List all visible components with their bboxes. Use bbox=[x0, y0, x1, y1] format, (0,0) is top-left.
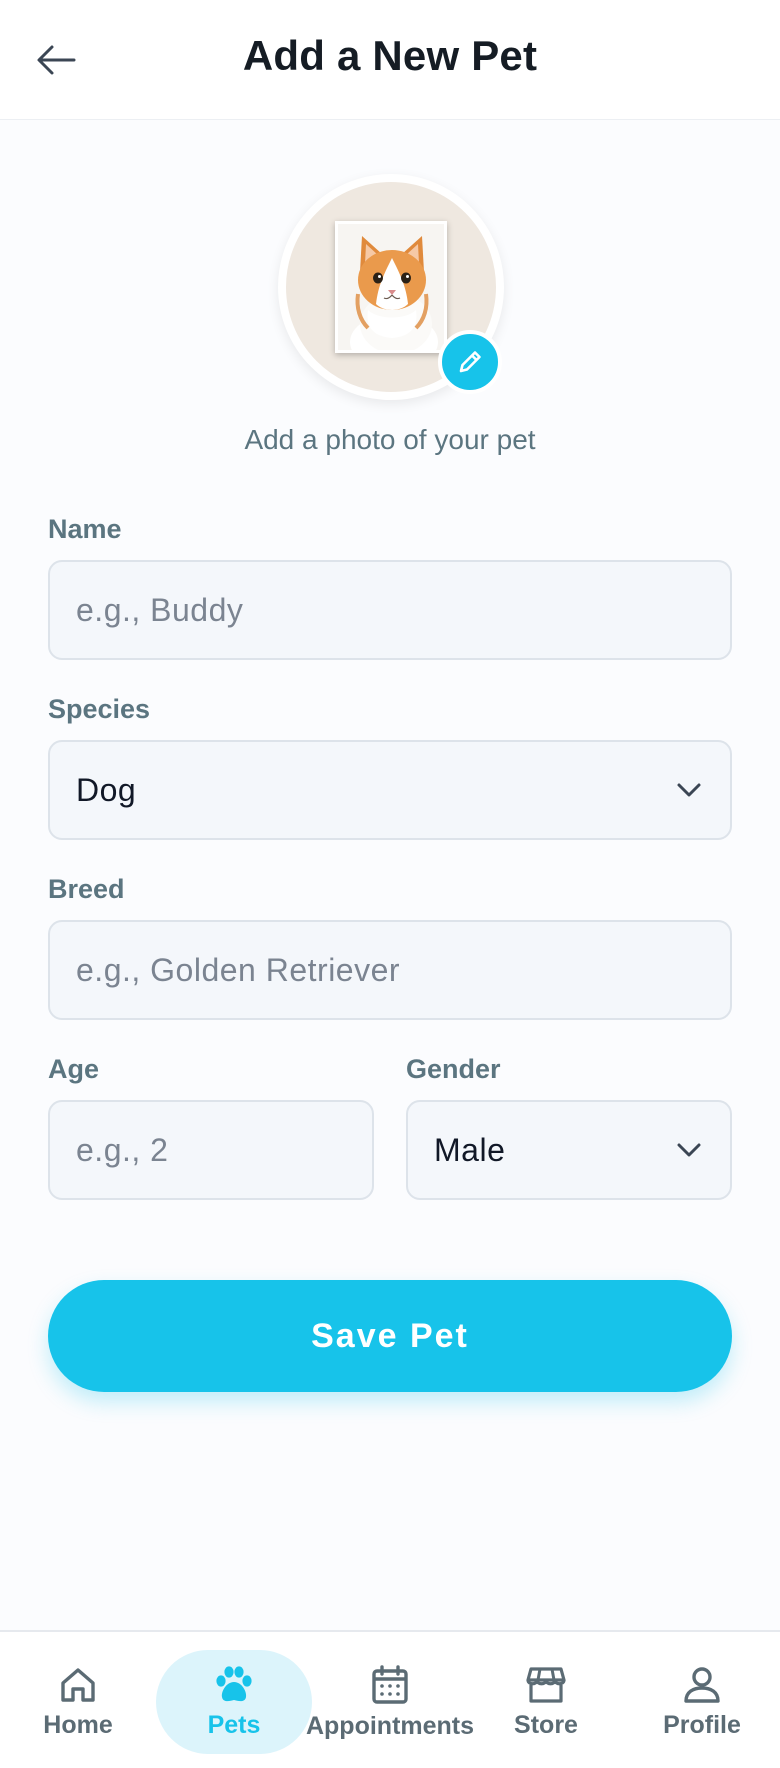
age-label: Age bbox=[48, 1054, 100, 1084]
name-placeholder: e.g., Buddy bbox=[76, 591, 244, 628]
edit-photo-button[interactable] bbox=[438, 330, 502, 394]
species-select[interactable]: Dog bbox=[48, 740, 732, 840]
home-icon bbox=[61, 1667, 95, 1702]
breed-placeholder: e.g., Golden Retriever bbox=[76, 951, 401, 988]
nav-item-pets[interactable]: Pets bbox=[156, 1650, 312, 1754]
gender-label: Gender bbox=[406, 1054, 501, 1084]
age-input[interactable]: e.g., 2 bbox=[48, 1100, 374, 1200]
nav-label-home: Home bbox=[43, 1710, 113, 1739]
breed-label: Breed bbox=[48, 874, 125, 904]
photo-caption: Add a photo of your pet bbox=[244, 424, 536, 455]
cat-photo-illustration bbox=[338, 224, 444, 350]
top-app-bar: Add a New Pet bbox=[0, 0, 780, 120]
species-value: Dog bbox=[76, 771, 137, 808]
nav-label-profile: Profile bbox=[663, 1710, 741, 1739]
pet-photo-picker[interactable] bbox=[278, 174, 504, 400]
name-label: Name bbox=[48, 514, 122, 544]
nav-item-home[interactable]: Home bbox=[24, 1650, 132, 1754]
store-icon bbox=[526, 1666, 566, 1703]
nav-item-store[interactable]: Store bbox=[496, 1650, 596, 1754]
user-icon bbox=[684, 1666, 720, 1703]
nav-item-appointments[interactable]: Appointments bbox=[306, 1650, 474, 1754]
page-title: Add a New Pet bbox=[242, 32, 538, 79]
chevron-down-icon bbox=[674, 1135, 704, 1165]
gender-value: Male bbox=[434, 1131, 506, 1168]
species-label: Species bbox=[48, 694, 151, 724]
app-screen: Add a New Pet Add a photo of your pet Na… bbox=[0, 0, 780, 1768]
nav-label-pets: Pets bbox=[207, 1710, 261, 1739]
nav-item-profile[interactable]: Profile bbox=[652, 1650, 752, 1754]
nav-label-appointments: Appointments bbox=[305, 1711, 475, 1740]
pencil-icon bbox=[459, 351, 481, 373]
pet-photo bbox=[335, 221, 447, 353]
name-input[interactable]: e.g., Buddy bbox=[48, 560, 732, 660]
chevron-down-icon bbox=[674, 775, 704, 805]
calendar-icon bbox=[372, 1664, 408, 1704]
save-pet-button[interactable]: Save Pet bbox=[48, 1280, 732, 1392]
paw-icon bbox=[216, 1665, 252, 1701]
age-placeholder: e.g., 2 bbox=[76, 1131, 169, 1168]
breed-input[interactable]: e.g., Golden Retriever bbox=[48, 920, 732, 1020]
gender-select[interactable]: Male bbox=[406, 1100, 732, 1200]
bottom-navigation: Home Pets Appointments Store Profile bbox=[0, 1630, 780, 1768]
nav-label-store: Store bbox=[514, 1710, 578, 1739]
